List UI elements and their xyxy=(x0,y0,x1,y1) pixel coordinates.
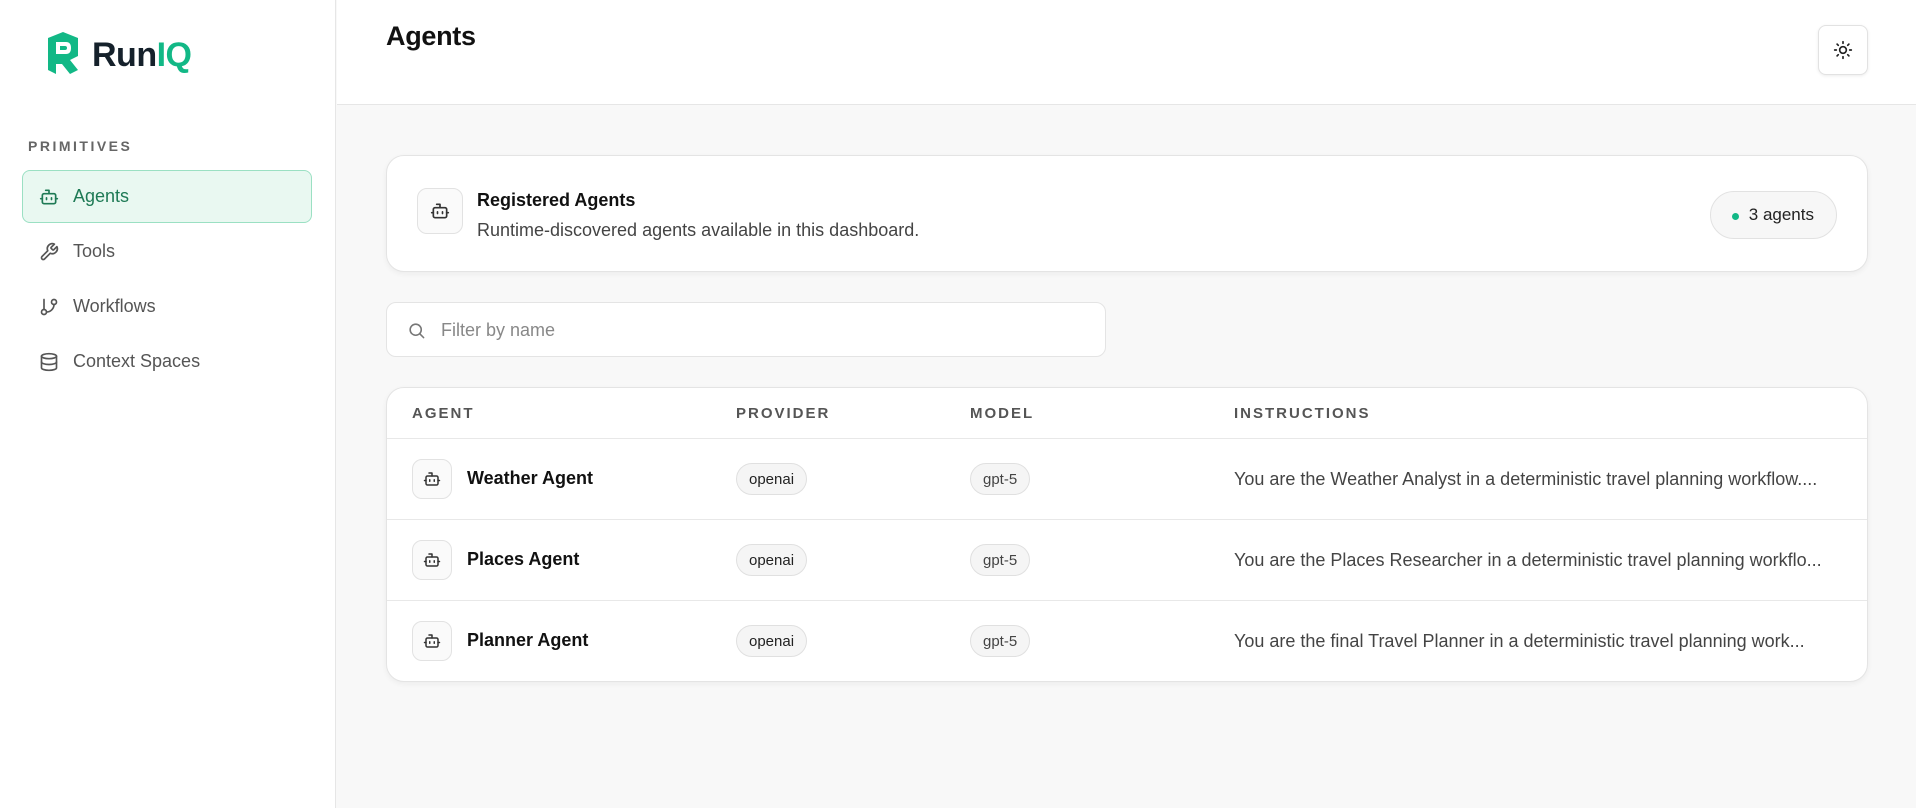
agent-count-badge: 3 agents xyxy=(1709,191,1837,239)
bot-icon xyxy=(430,203,450,219)
agent-icon-box xyxy=(412,621,452,661)
agents-table: AGENT PROVIDER MODEL INSTRUCTIONS Weathe… xyxy=(386,387,1868,682)
sidebar-item-context-spaces[interactable]: Context Spaces xyxy=(22,335,312,388)
database-icon xyxy=(40,352,58,371)
instructions-text: You are the Places Researcher in a deter… xyxy=(1234,550,1822,570)
table-row[interactable]: Planner Agent openai gpt-5 You are the f… xyxy=(387,601,1867,681)
git-branch-icon xyxy=(40,298,58,315)
column-header-instructions: INSTRUCTIONS xyxy=(1234,405,1371,422)
provider-badge: openai xyxy=(736,544,808,576)
agent-name[interactable]: Planner Agent xyxy=(467,630,588,651)
registered-agents-card: Registered Agents Runtime-discovered age… xyxy=(386,155,1868,272)
sun-icon xyxy=(1833,40,1853,60)
theme-toggle-button[interactable] xyxy=(1818,25,1868,75)
instructions-text: You are the final Travel Planner in a de… xyxy=(1234,631,1805,651)
column-header-agent: AGENT xyxy=(412,405,475,422)
bot-icon xyxy=(423,472,441,486)
agent-icon-box xyxy=(412,459,452,499)
card-title: Registered Agents xyxy=(477,190,636,210)
model-badge: gpt-5 xyxy=(970,544,1031,576)
sidebar-item-workflows[interactable]: Workflows xyxy=(22,280,312,333)
wrench-icon xyxy=(40,242,59,260)
sidebar-item-label: Context Spaces xyxy=(73,351,201,371)
agent-icon-box xyxy=(412,540,452,580)
search-icon xyxy=(409,323,425,339)
table-row[interactable]: Places Agent openai gpt-5 You are the Pl… xyxy=(387,520,1867,601)
search-box xyxy=(386,302,1106,357)
bot-icon xyxy=(39,189,59,204)
bot-icon xyxy=(423,634,441,648)
app-logo[interactable]: RunIQ xyxy=(42,30,192,80)
column-header-model: MODEL xyxy=(970,405,1035,422)
sidebar-item-label: Agents xyxy=(73,186,130,206)
provider-badge: openai xyxy=(736,463,808,495)
page-title: Agents xyxy=(386,21,476,51)
column-header-provider: PROVIDER xyxy=(736,405,831,422)
card-subtitle: Runtime-discovered agents available in t… xyxy=(477,220,920,240)
table-header: AGENT PROVIDER MODEL INSTRUCTIONS xyxy=(387,388,1867,439)
sidebar-nav: Agents Tools Workflows Context Spaces xyxy=(22,170,312,390)
instructions-text: You are the Weather Analyst in a determi… xyxy=(1234,469,1818,489)
app-name: RunIQ xyxy=(92,35,192,74)
model-badge: gpt-5 xyxy=(970,463,1031,495)
section-label-primitives: PRIMITIVES xyxy=(28,138,133,154)
provider-badge: openai xyxy=(736,625,808,657)
bot-icon xyxy=(423,553,441,567)
page-header: Agents xyxy=(337,0,1916,105)
table-row[interactable]: Weather Agent openai gpt-5 You are the W… xyxy=(387,439,1867,520)
card-icon-box xyxy=(417,188,463,234)
model-badge: gpt-5 xyxy=(970,625,1031,657)
sidebar-item-label: Tools xyxy=(73,241,116,261)
agent-name[interactable]: Weather Agent xyxy=(467,468,593,489)
search-input[interactable] xyxy=(441,313,1081,347)
sidebar-item-label: Workflows xyxy=(73,296,156,316)
status-dot xyxy=(1731,213,1739,220)
sidebar: RunIQ PRIMITIVES Agents Tools Workflows xyxy=(0,0,336,808)
sidebar-item-tools[interactable]: Tools xyxy=(22,225,312,278)
agent-name[interactable]: Places Agent xyxy=(467,549,579,570)
agent-count-label: 3 agents xyxy=(1748,205,1814,224)
sidebar-item-agents[interactable]: Agents xyxy=(22,170,312,223)
runiq-logo-icon xyxy=(48,32,78,74)
